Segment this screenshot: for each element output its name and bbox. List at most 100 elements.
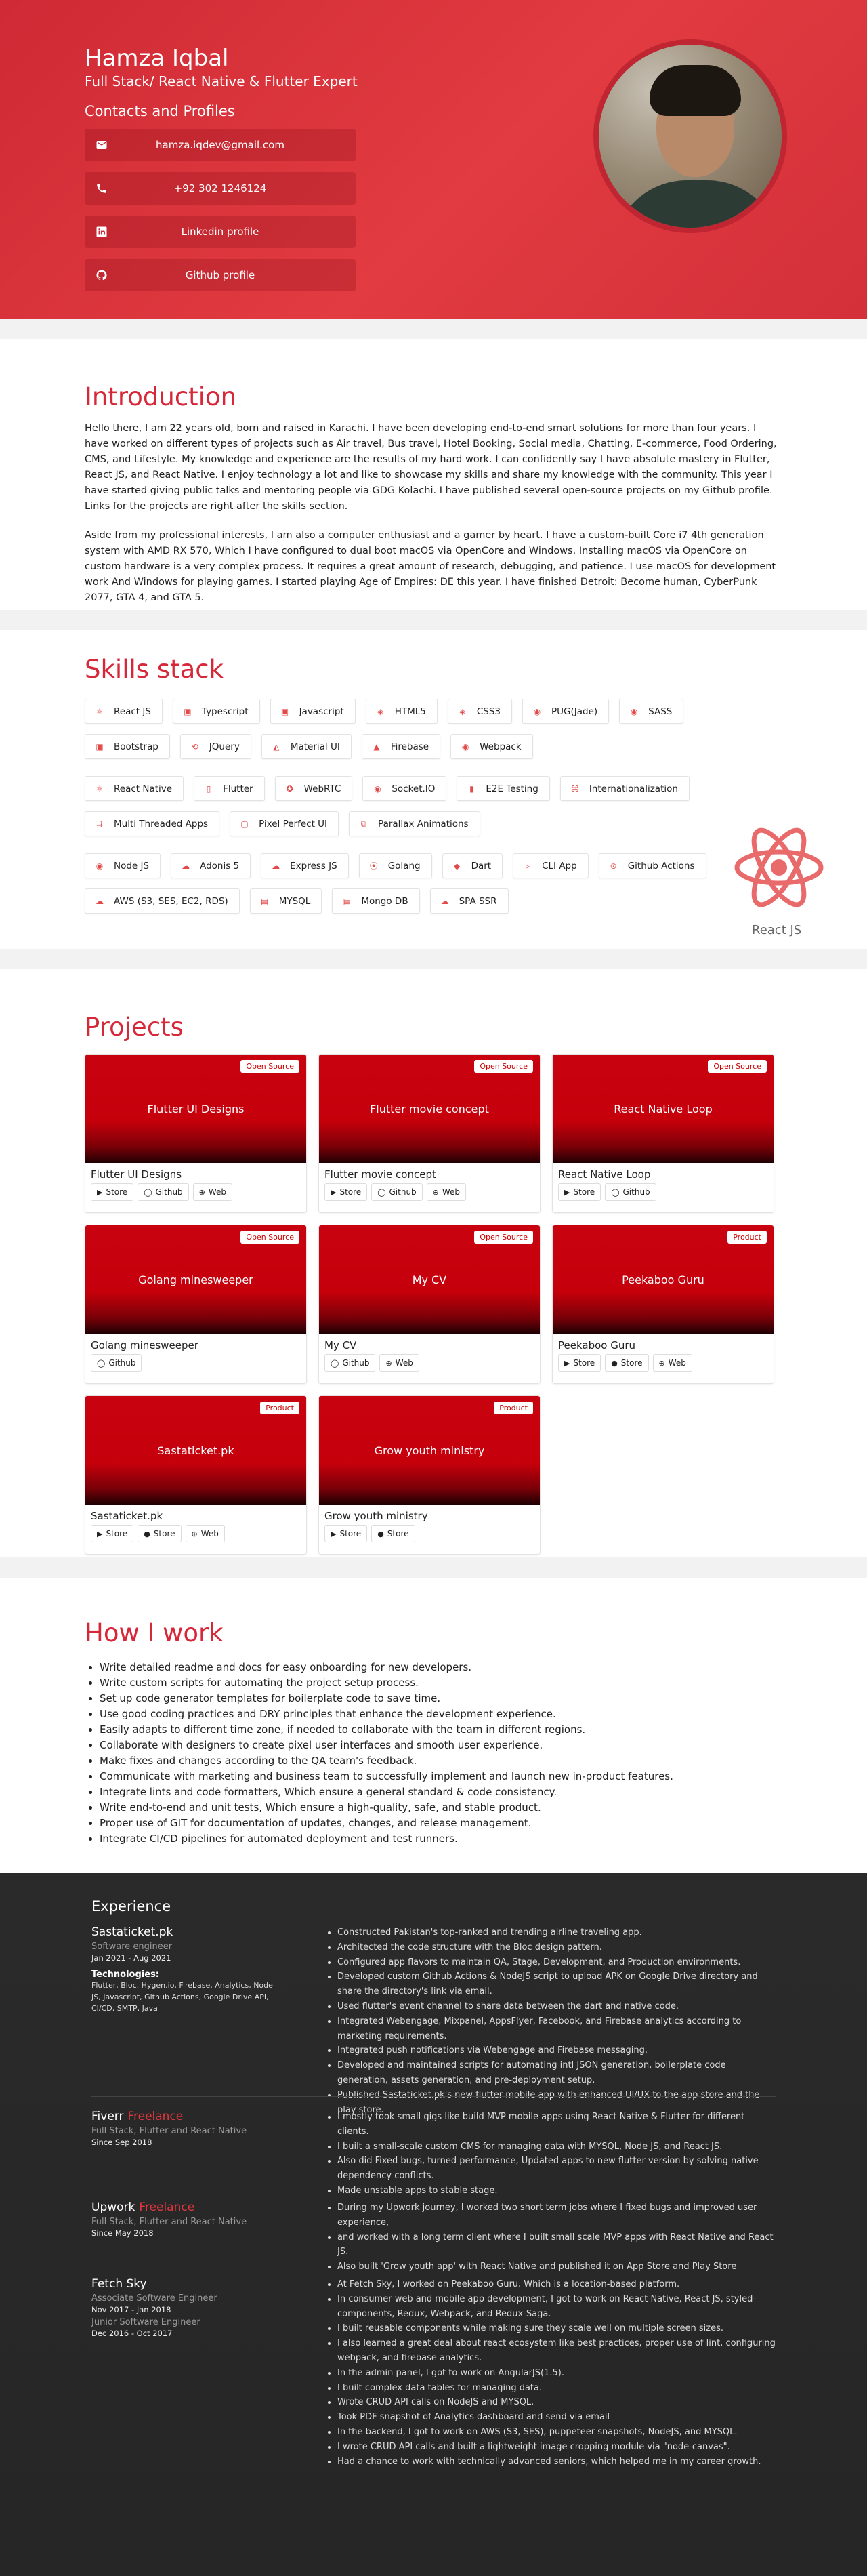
project-card[interactable]: Peekaboo Guru Product Peekaboo Guru ▶ Store ●… bbox=[552, 1225, 774, 1384]
skill-icon: ⧉ bbox=[360, 819, 367, 829]
skill-chip[interactable]: ⦿ Golang bbox=[358, 853, 432, 878]
project-cover-title: Grow youth ministry bbox=[374, 1444, 485, 1457]
project-cover-title: My CV bbox=[412, 1273, 447, 1286]
project-link-web[interactable]: ⊕ Web bbox=[192, 1183, 233, 1201]
skill-label: JQuery bbox=[209, 741, 240, 752]
project-link-web[interactable]: ⊕ Web bbox=[185, 1525, 225, 1542]
skill-chip[interactable]: ▲ Firebase bbox=[361, 734, 441, 759]
project-link-github[interactable]: ◯ Github bbox=[138, 1183, 189, 1201]
project-cover[interactable]: React Native Loop Open Source bbox=[553, 1055, 774, 1163]
skill-icon: ⟲ bbox=[191, 741, 198, 752]
skill-chip[interactable]: ☁ AWS (S3, SES, EC2, RDS) bbox=[85, 888, 240, 914]
project-link-web[interactable]: ⊕ Web bbox=[426, 1183, 467, 1201]
skill-label: Typescript bbox=[201, 706, 249, 717]
project-link-store[interactable]: ▶ Store bbox=[558, 1183, 601, 1201]
skill-chip[interactable]: ⧉ Parallax Animations bbox=[349, 811, 480, 836]
linkedin-button[interactable]: Linkedin profile bbox=[85, 216, 356, 248]
project-link-store[interactable]: ▶ Store bbox=[558, 1354, 601, 1372]
skill-chip[interactable]: ☁ Adonis 5 bbox=[171, 853, 251, 878]
skill-chip[interactable]: ◉ SASS bbox=[619, 699, 684, 724]
skill-chip[interactable]: ▤ MYSQL bbox=[249, 888, 322, 914]
skill-label: Internationalization bbox=[589, 783, 678, 794]
project-cover[interactable]: My CV Open Source bbox=[319, 1225, 540, 1334]
skill-chip[interactable]: ⇉ Multi Threaded Apps bbox=[85, 811, 220, 836]
experience-point: At Fetch Sky, I worked on Peekaboo Guru.… bbox=[337, 2277, 779, 2292]
project-card[interactable]: Sastaticket.pk Product Sastaticket.pk ▶ Stor… bbox=[85, 1395, 307, 1555]
project-card[interactable]: React Native Loop Open Source React Native… bbox=[552, 1054, 774, 1213]
profile-role: Full Stack/ React Native & Flutter Exper… bbox=[85, 73, 358, 89]
project-cover[interactable]: Flutter movie concept Open Source bbox=[319, 1055, 540, 1163]
project-link-store[interactable]: ● Store bbox=[138, 1525, 182, 1542]
project-card[interactable]: Golang minesweeper Open Source Golang mine… bbox=[85, 1225, 307, 1384]
skill-chip[interactable]: ⚛ React JS bbox=[85, 699, 163, 724]
project-card[interactable]: Flutter movie concept Open Source Flutter … bbox=[318, 1054, 541, 1213]
project-link-github[interactable]: ◯ Github bbox=[371, 1183, 423, 1201]
job-dates: Since Sep 2018 bbox=[91, 2138, 152, 2147]
project-title: Flutter movie concept bbox=[324, 1168, 436, 1181]
project-link-web[interactable]: ⊕ Web bbox=[652, 1354, 692, 1372]
skill-chip[interactable]: ☁ Express JS bbox=[261, 853, 349, 878]
email-label: hamza.iqdev@gmail.com bbox=[156, 139, 284, 151]
skill-icon: ◉ bbox=[630, 706, 638, 716]
skill-chip[interactable]: ▢ Pixel Perfect UI bbox=[230, 811, 339, 836]
project-cover[interactable]: Grow youth ministry Product bbox=[319, 1396, 540, 1505]
job-dates: Nov 2017 - Jan 2018 bbox=[91, 2305, 171, 2314]
github-icon: ◯ bbox=[97, 1358, 106, 1368]
how-i-work-item: Integrate CI/CD pipelines for automated … bbox=[100, 1831, 782, 1847]
project-card[interactable]: My CV Open Source My CV ◯ Github ⊕ Web bbox=[318, 1225, 541, 1384]
skill-chip[interactable]: ◉ Webpack bbox=[450, 734, 533, 759]
skill-chip[interactable]: ◆ Dart bbox=[442, 853, 503, 878]
skill-icon: ☁ bbox=[440, 896, 449, 906]
skill-icon: ◈ bbox=[377, 706, 384, 716]
project-cover[interactable]: Peekaboo Guru Product bbox=[553, 1225, 774, 1334]
skill-chip[interactable]: ▮ E2E Testing bbox=[457, 776, 550, 801]
skill-chip[interactable]: ⟲ JQuery bbox=[179, 734, 251, 759]
experience-point: In the admin panel, I got to work on Ang… bbox=[337, 2366, 779, 2381]
project-link-store[interactable]: ▶ Store bbox=[324, 1183, 368, 1201]
skill-chip[interactable]: ◭ Material UI bbox=[261, 734, 352, 759]
skill-chip[interactable]: ☁ SPA SSR bbox=[429, 888, 509, 914]
skill-chip[interactable]: ▤ Mongo DB bbox=[332, 888, 420, 914]
project-link-store[interactable]: ● Store bbox=[605, 1354, 649, 1372]
github-button[interactable]: Github profile bbox=[85, 259, 356, 291]
project-link-store[interactable]: ▶ Store bbox=[91, 1183, 134, 1201]
project-cover-title: Flutter movie concept bbox=[370, 1102, 489, 1116]
skill-chip[interactable]: ◉ PUG(Jade) bbox=[522, 699, 610, 724]
skill-chip[interactable]: ▹ CLI App bbox=[513, 853, 589, 878]
skill-chip[interactable]: ▯ Flutter bbox=[194, 776, 265, 801]
project-link-github[interactable]: ◯ Github bbox=[91, 1354, 142, 1372]
skill-chip[interactable]: ◉ Socket.IO bbox=[362, 776, 447, 801]
skill-chip[interactable]: ◉ Node JS bbox=[85, 853, 161, 878]
section-gap bbox=[0, 1557, 867, 1578]
skill-chip[interactable]: ⌘ Internationalization bbox=[559, 776, 690, 801]
skill-icon: ◈ bbox=[459, 706, 466, 716]
project-card[interactable]: Grow youth ministry Product Grow youth min… bbox=[318, 1395, 541, 1555]
project-link-github[interactable]: ◯ Github bbox=[605, 1183, 656, 1201]
project-link-label: Web bbox=[395, 1358, 413, 1368]
github-icon: ◯ bbox=[611, 1187, 620, 1197]
skills-section: Skills stack ⚛ React JS ▣ Typescript ▣ Javasc… bbox=[0, 630, 867, 949]
skills-group: ⚛ React JS ▣ Typescript ▣ Javascript ◈ HTML5 ◈ CS… bbox=[85, 699, 782, 769]
project-link-store[interactable]: ● Store bbox=[371, 1525, 415, 1542]
skill-chip[interactable]: ⊙ Github Actions bbox=[598, 853, 706, 878]
skill-chip[interactable]: ⚛ React Native bbox=[85, 776, 184, 801]
email-button[interactable]: hamza.iqdev@gmail.com bbox=[85, 129, 356, 161]
phone-button[interactable]: +92 302 1246124 bbox=[85, 172, 356, 205]
skill-chip[interactable]: ◈ HTML5 bbox=[365, 699, 438, 724]
skill-chip[interactable]: ▣ Bootstrap bbox=[85, 734, 170, 759]
project-link-web[interactable]: ⊕ Web bbox=[379, 1354, 419, 1372]
project-cover[interactable]: Golang minesweeper Open Source bbox=[85, 1225, 306, 1334]
project-link-github[interactable]: ◯ Github bbox=[324, 1354, 376, 1372]
project-link-store[interactable]: ▶ Store bbox=[324, 1525, 368, 1542]
skill-chip[interactable]: ✪ WebRTC bbox=[274, 776, 353, 801]
linkedin-label: Linkedin profile bbox=[181, 226, 259, 238]
project-title: My CV bbox=[324, 1339, 357, 1351]
skill-chip[interactable]: ▣ Typescript bbox=[172, 699, 260, 724]
project-link-store[interactable]: ▶ Store bbox=[91, 1525, 134, 1542]
skill-chip[interactable]: ▣ Javascript bbox=[270, 699, 356, 724]
project-card[interactable]: Flutter UI Designs Open Source Flutter UI … bbox=[85, 1054, 307, 1213]
project-links: ▶ Store ● Store ⊕ Web bbox=[553, 1351, 774, 1372]
skill-chip[interactable]: ◈ CSS3 bbox=[447, 699, 513, 724]
project-cover[interactable]: Flutter UI Designs Open Source bbox=[85, 1055, 306, 1163]
project-cover[interactable]: Sastaticket.pk Product bbox=[85, 1396, 306, 1505]
